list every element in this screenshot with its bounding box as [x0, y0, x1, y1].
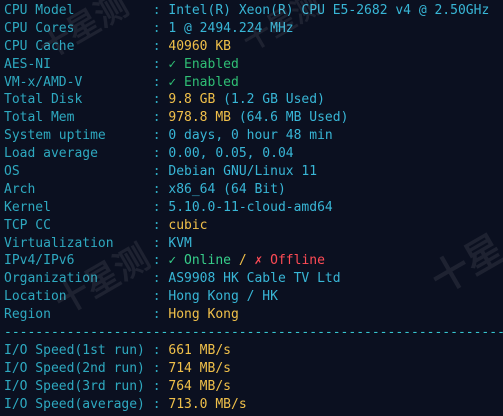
terminal-output: CPU Model : Intel(R) Xeon(R) CPU E5-2682… [0, 0, 503, 416]
aes-ni-row: AES-NI : ✓ Enabled [4, 56, 239, 72]
row-label: I/O Speed(average) [4, 396, 145, 412]
row-value: ✓ Enabled [168, 56, 239, 72]
region-row: Region : Hong Kong [4, 307, 239, 323]
row-value: AS9908 HK Cable TV Ltd [168, 271, 341, 287]
row-value-main: 9.8 GB [168, 92, 216, 108]
row-label: I/O Speed(2nd run) [4, 360, 145, 376]
row-label: CPU Cache [4, 38, 75, 54]
ipv4-ipv6-row: IPv4/IPv6 : ✓ Online / ✗ Offline [4, 253, 325, 269]
row-label: Total Mem [4, 110, 75, 126]
offline-status: ✗ Offline [254, 253, 325, 269]
total-mem-row: Total Mem : 978.8 MB (64.6 MB Used) [4, 110, 349, 126]
total-disk-row: Total Disk : 9.8 GB (1.2 GB Used) [4, 92, 325, 108]
os-row: OS : Debian GNU/Linux 11 [4, 164, 318, 180]
row-label: Virtualization [4, 235, 114, 251]
row-value: Debian GNU/Linux 11 [168, 164, 318, 180]
row-label: Kernel [4, 199, 51, 215]
row-label: Location [4, 289, 67, 305]
location-row: Location : Hong Kong / HK [4, 289, 278, 305]
arch-row: Arch : x86_64 (64 Bit) [4, 181, 286, 197]
row-value: x86_64 (64 Bit) [168, 181, 286, 197]
row-value: 1 @ 2494.224 MHz [168, 20, 294, 36]
row-value: Intel(R) Xeon(R) CPU E5-2682 v4 @ 2.50GH… [168, 3, 490, 18]
row-label: IPv4/IPv6 [4, 253, 75, 269]
row-value-main: 978.8 MB [168, 110, 231, 126]
status-separator: / [231, 253, 255, 269]
row-value: 5.10.0-11-cloud-amd64 [168, 199, 333, 215]
cpu-cores-row: CPU Cores : 1 @ 2494.224 MHz [4, 20, 294, 36]
io-speed-1-row: I/O Speed(1st run) : 661 MB/s [4, 342, 231, 358]
row-label: VM-x/AMD-V [4, 74, 83, 90]
row-value-extra: (1.2 GB Used) [215, 92, 325, 108]
io-speed-3-row: I/O Speed(3rd run) : 764 MB/s [4, 378, 231, 394]
organization-row: Organization : AS9908 HK Cable TV Ltd [4, 271, 341, 287]
row-label: System uptime [4, 128, 106, 144]
row-label: TCP CC [4, 217, 51, 233]
row-value: 0 days, 0 hour 48 min [168, 128, 333, 144]
system-uptime-row: System uptime : 0 days, 0 hour 48 min [4, 128, 333, 144]
row-value: Hong Kong / HK [168, 289, 278, 305]
cpu-model-row: CPU Model : Intel(R) Xeon(R) CPU E5-2682… [4, 3, 490, 18]
row-value: cubic [168, 217, 208, 233]
row-value: KVM [168, 235, 192, 251]
virtualization-row: Virtualization : KVM [4, 235, 192, 251]
row-value: Hong Kong [168, 307, 239, 323]
online-status: ✓ Online [168, 253, 231, 269]
vm-x-row: VM-x/AMD-V : ✓ Enabled [4, 74, 239, 90]
row-label: CPU Cores [4, 20, 75, 36]
row-label: I/O Speed(1st run) [4, 342, 145, 358]
row-value: 764 MB/s [168, 378, 231, 394]
row-label: Region [4, 307, 51, 323]
row-label: Total Disk [4, 92, 83, 108]
row-label: Arch [4, 181, 36, 197]
cpu-cache-row: CPU Cache : 40960 KB [4, 38, 231, 54]
row-label: OS [4, 164, 20, 180]
row-value: 0.00, 0.05, 0.04 [168, 146, 294, 162]
row-value: 713.0 MB/s [168, 396, 247, 412]
load-average-row: Load average : 0.00, 0.05, 0.04 [4, 146, 294, 162]
row-label: AES-NI [4, 56, 51, 72]
io-speed-average-row: I/O Speed(average) : 713.0 MB/s [4, 396, 247, 412]
row-value: ✓ Enabled [168, 74, 239, 90]
tcp-cc-row: TCP CC : cubic [4, 217, 208, 233]
row-value: 661 MB/s [168, 342, 231, 358]
row-label: CPU Model [4, 3, 75, 18]
io-speed-2-row: I/O Speed(2nd run) : 714 MB/s [4, 360, 231, 376]
row-label: Organization [4, 271, 98, 287]
row-label: I/O Speed(3rd run) [4, 378, 145, 394]
row-value-extra: (64.6 MB Used) [231, 110, 349, 126]
row-value: 714 MB/s [168, 360, 231, 376]
section-divider: ----------------------------------------… [4, 325, 503, 341]
kernel-row: Kernel : 5.10.0-11-cloud-amd64 [4, 199, 333, 215]
row-value: 40960 KB [168, 38, 231, 54]
row-label: Load average [4, 146, 98, 162]
